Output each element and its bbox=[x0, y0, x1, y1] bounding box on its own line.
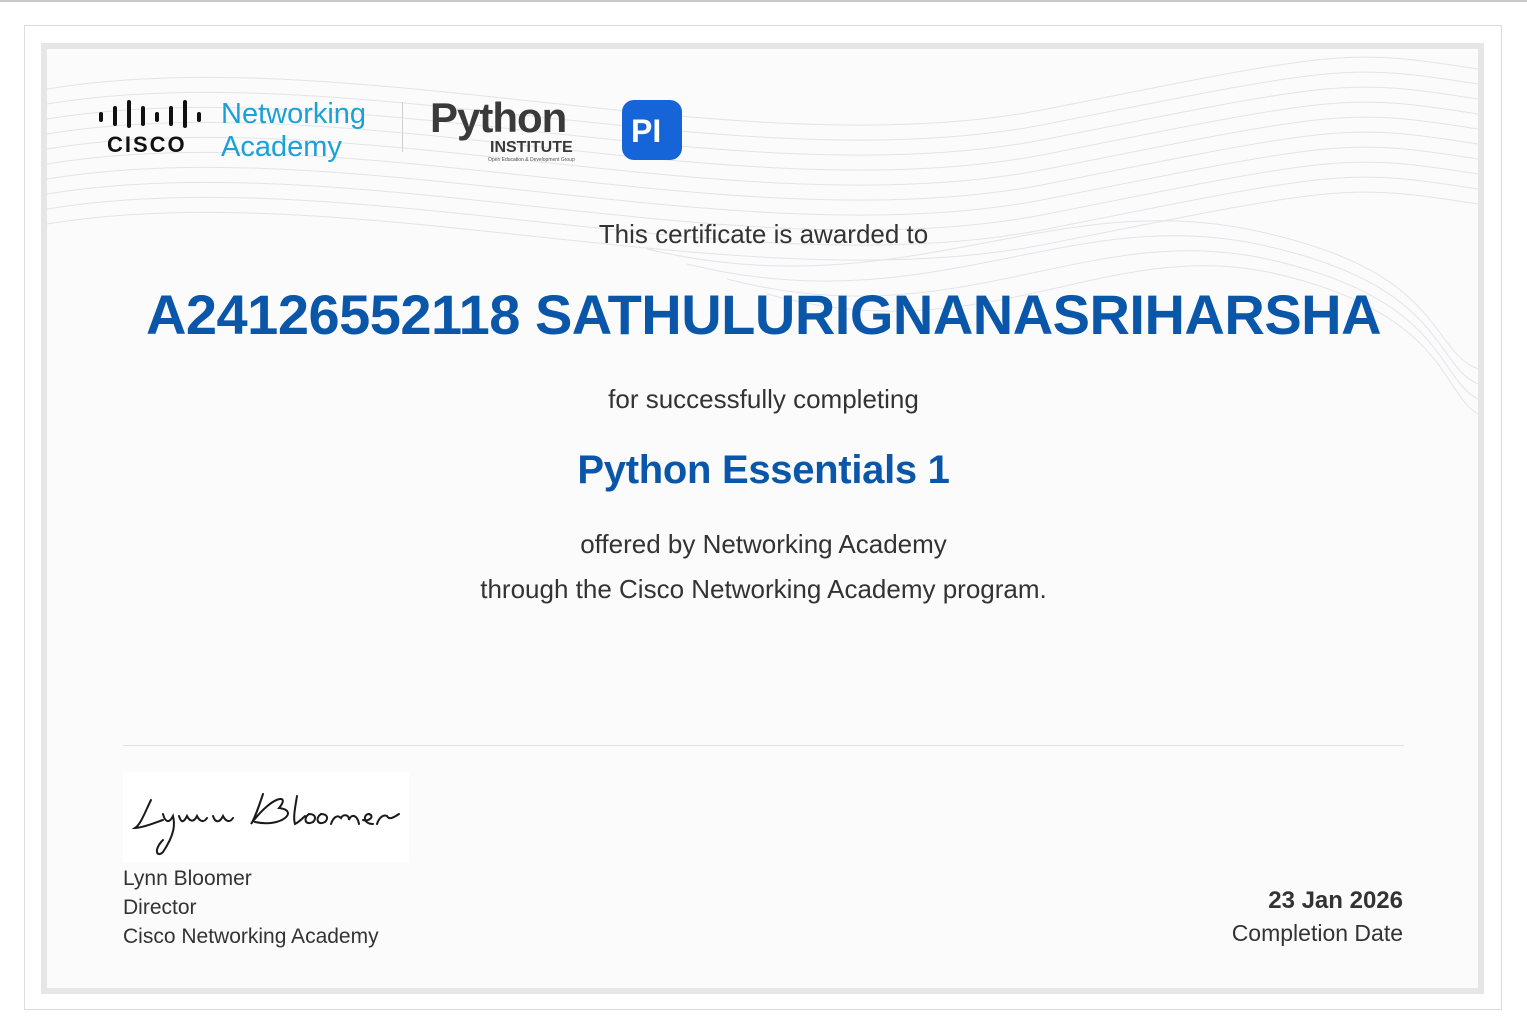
completion-date: 23 Jan 2026 bbox=[1268, 887, 1403, 914]
signature-image bbox=[123, 772, 409, 862]
python-logo-text: Python bbox=[430, 96, 566, 141]
academy-line-1: Networking bbox=[221, 98, 367, 130]
completion-block: 23 Jan 2026 Completion Date bbox=[1232, 885, 1403, 949]
offered-line: offered by Networking Academy bbox=[580, 529, 947, 559]
completing-line: for successfully completing bbox=[608, 384, 919, 414]
pi-badge-text: PI bbox=[631, 113, 661, 149]
python-institute-text: INSTITUTE bbox=[490, 139, 573, 156]
signatory-block: Lynn Bloomer Director Cisco Networking A… bbox=[123, 864, 379, 951]
through-line: through the Cisco Networking Academy pro… bbox=[480, 574, 1047, 604]
recipient-name: A24126552118 SATHULURIGNANASRIHARSHA bbox=[145, 283, 1382, 346]
networking-academy-logo-text: Networking Academy bbox=[221, 98, 366, 164]
signatory-name: Lynn Bloomer bbox=[123, 867, 252, 890]
awarded-line: This certificate is awarded to bbox=[598, 219, 929, 249]
academy-line-2: Academy bbox=[221, 131, 342, 163]
cisco-bars-icon bbox=[99, 100, 201, 128]
signatory-title: Director bbox=[123, 896, 197, 919]
top-rule bbox=[0, 0, 1527, 2]
python-tagline-text: Open Education & Development Group bbox=[488, 157, 575, 163]
python-institute-logo: Python INSTITUTE Open Education & Develo… bbox=[430, 96, 682, 163]
signatory-organization: Cisco Networking Academy bbox=[123, 925, 379, 948]
course-title: Python Essentials 1 bbox=[577, 448, 950, 492]
logo-bar: CISCO Networking Academy Python INSTITUT… bbox=[97, 96, 697, 176]
completion-date-label: Completion Date bbox=[1231, 920, 1403, 946]
footer-divider bbox=[123, 745, 1404, 746]
cisco-wordmark: CISCO bbox=[107, 132, 187, 157]
logo-divider bbox=[402, 102, 403, 152]
